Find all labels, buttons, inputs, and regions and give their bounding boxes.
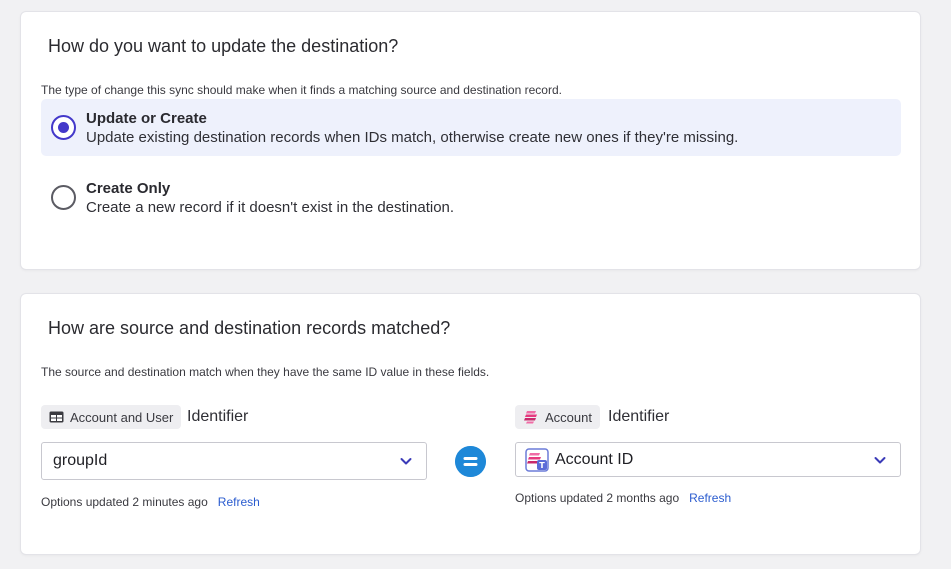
radio-update-or-create[interactable] [51, 115, 76, 140]
option-update-or-create[interactable]: Update or Create Update existing destina… [41, 99, 901, 156]
source-identifier-value: groupId [53, 452, 108, 469]
source-options-updated: Options updated 2 minutes ago Refresh [41, 495, 260, 509]
record-matching-description: The source and destination match when th… [41, 365, 490, 379]
record-matching-title: How are source and destination records m… [48, 318, 451, 338]
destination-identifier-select[interactable]: T Account ID [515, 442, 901, 477]
record-matching-card: How are source and destination records m… [20, 293, 921, 555]
destination-refresh-link[interactable]: Refresh [689, 491, 731, 505]
destination-object-tag: Account [515, 405, 600, 429]
option-description: Update existing destination records when… [86, 129, 739, 146]
update-mode-card: How do you want to update the destinatio… [20, 11, 921, 270]
source-model-label: Account and User [70, 409, 174, 425]
update-mode-title: How do you want to update the destinatio… [48, 36, 399, 56]
option-description: Create a new record if it doesn't exist … [86, 199, 455, 216]
source-field-label: Identifier [187, 408, 249, 425]
option-create-only[interactable]: Create Only Create a new record if it do… [41, 169, 901, 226]
source-identifier-select[interactable]: groupId [41, 442, 427, 480]
option-title: Create Only [86, 180, 171, 197]
source-model-tag: Account and User [41, 405, 182, 429]
destination-updated-text: Options updated 2 months ago [515, 491, 680, 505]
source-refresh-link[interactable]: Refresh [218, 495, 260, 509]
radio-create-only[interactable] [51, 185, 76, 210]
chevron-down-icon [400, 458, 412, 465]
text-field-icon: T [525, 447, 549, 472]
destination-logo-icon [524, 411, 537, 424]
table-icon [49, 411, 64, 423]
destination-identifier-value: Account ID [555, 450, 634, 468]
destination-object-label: Account [545, 409, 592, 425]
destination-options-updated: Options updated 2 months ago Refresh [515, 491, 731, 505]
equals-icon [455, 446, 486, 477]
option-title: Update or Create [86, 110, 207, 127]
update-mode-description: The type of change this sync should make… [41, 83, 562, 97]
radio-selected-dot [58, 122, 69, 133]
chevron-down-icon [874, 456, 886, 463]
destination-field-label: Identifier [608, 408, 670, 425]
source-updated-text: Options updated 2 minutes ago [41, 495, 208, 509]
svg-text:T: T [539, 461, 545, 470]
